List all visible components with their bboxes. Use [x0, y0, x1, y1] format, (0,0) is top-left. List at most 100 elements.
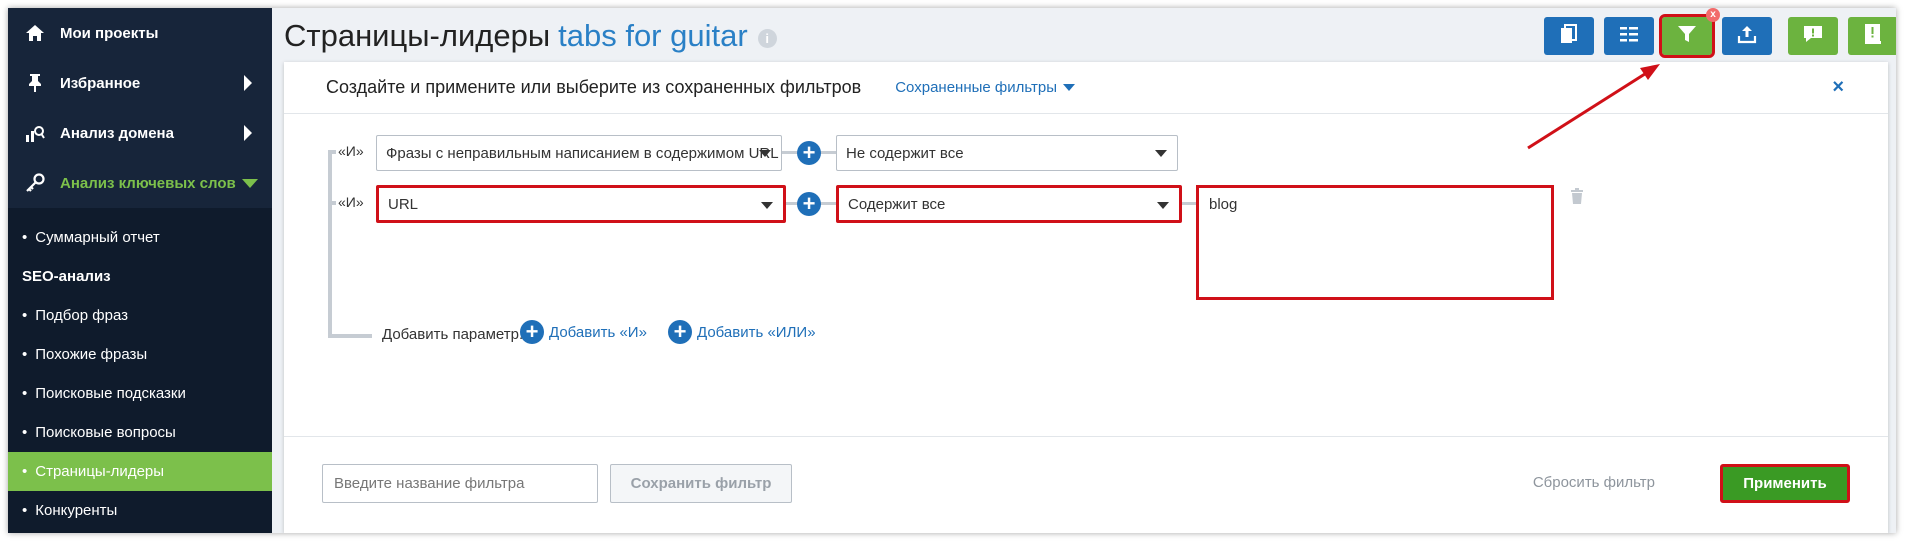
sidebar-item-domain-analysis[interactable]: Анализ домена: [8, 108, 272, 158]
help-button[interactable]: [1848, 17, 1896, 55]
saved-filters-dropdown[interactable]: Сохраненные фильтры: [895, 79, 1076, 96]
export-icon: [1737, 24, 1757, 49]
sidebar-subitem-label: Похожие фразы: [35, 346, 148, 363]
logic-label: «И»: [338, 194, 364, 210]
sidebar-subitem-search-questions[interactable]: • Поисковые вопросы: [8, 413, 272, 452]
columns-button[interactable]: [1604, 17, 1654, 55]
filter-badge: x: [1706, 8, 1720, 22]
sidebar-subitem-label: Поисковые вопросы: [35, 424, 176, 441]
sidebar-subitem-similar-phrases[interactable]: • Похожие фразы: [8, 335, 272, 374]
filter-tree-line: [328, 150, 332, 338]
reset-filter-link[interactable]: Сбросить фильтр: [1533, 474, 1655, 491]
sidebar-section-seo: SEO-анализ: [8, 257, 272, 296]
bullet: •: [22, 385, 28, 402]
chevron-down-icon: [242, 178, 258, 188]
help-book-icon: [1863, 23, 1883, 50]
sidebar-item-my-projects[interactable]: Мои проекты: [8, 8, 272, 58]
add-or-label: Добавить «ИЛИ»: [697, 323, 816, 341]
sidebar-subitem-label: Суммарный отчет: [35, 229, 160, 246]
filter-name-input[interactable]: Введите название фильтра: [322, 464, 598, 503]
sidebar-subitem-competitors[interactable]: • Конкуренты: [8, 491, 272, 530]
sidebar: Мои проекты Избранное Анализ домена Анал…: [8, 8, 272, 533]
sidebar-subitem-search-suggestions[interactable]: • Поисковые подсказки: [8, 374, 272, 413]
chevron-right-icon: [244, 75, 252, 91]
copy-icon: [1560, 23, 1578, 49]
add-or-button[interactable]: + Добавить «ИЛИ»: [668, 320, 816, 344]
home-icon: [24, 24, 46, 42]
chevron-down-icon: [1157, 202, 1169, 209]
columns-icon: [1619, 25, 1639, 48]
sidebar-subitem-leader-pages[interactable]: • Страницы-лидеры: [8, 452, 272, 491]
logic-label: «И»: [338, 143, 364, 159]
feedback-button[interactable]: [1788, 17, 1838, 55]
sidebar-subitem-label: Поисковые подсказки: [35, 385, 186, 402]
bullet: •: [22, 307, 28, 324]
filter-field-value: URL: [388, 195, 419, 213]
page-title-project: tabs for guitar: [558, 18, 748, 53]
chevron-down-icon: [1155, 150, 1167, 157]
filter-condition-select[interactable]: Не содержит все: [836, 135, 1178, 171]
app-window: Мои проекты Избранное Анализ домена Анал…: [8, 8, 1896, 533]
filter-condition-value: Не содержит все: [846, 144, 964, 162]
sidebar-main: Мои проекты Избранное Анализ домена Анал…: [8, 8, 272, 208]
sidebar-item-label: Анализ ключевых слов: [60, 174, 236, 192]
copy-button[interactable]: [1544, 17, 1594, 55]
chevron-down-icon: [761, 202, 773, 209]
add-and-button[interactable]: + Добавить «И»: [520, 320, 647, 344]
filter-panel-footer: Введите название фильтра Сохранить фильт…: [284, 436, 1888, 533]
save-filter-button[interactable]: Сохранить фильтр: [610, 464, 792, 503]
sidebar-subitem-summary[interactable]: • Суммарный отчет: [8, 218, 272, 257]
page-title: Страницы-лидеры tabs for guitar i: [284, 18, 777, 54]
filter-condition-select[interactable]: Содержит все: [836, 185, 1182, 223]
filter-value-text: blog: [1209, 196, 1238, 213]
connector-line: [1182, 202, 1196, 205]
filter-panel-title: Создайте и примените или выберите из сох…: [326, 77, 862, 97]
sidebar-item-label: Избранное: [60, 74, 141, 92]
trash-icon[interactable]: [1570, 188, 1584, 209]
filter-value-textarea[interactable]: blog: [1196, 185, 1554, 300]
apply-label: Применить: [1743, 475, 1827, 492]
chevron-down-icon: [759, 150, 771, 157]
filter-icon: [1677, 24, 1697, 49]
sidebar-subitem-phrase-selection[interactable]: • Подбор фраз: [8, 296, 272, 335]
bullet: •: [22, 463, 28, 480]
add-condition-plus-icon[interactable]: +: [797, 192, 821, 216]
info-icon[interactable]: i: [757, 28, 777, 48]
sidebar-submenu: • Суммарный отчет SEO-анализ • Подбор фраз…: [8, 208, 272, 533]
filter-tree-branch: [328, 334, 372, 338]
filter-condition-value: Содержит все: [848, 195, 946, 213]
sidebar-section-label: SEO-анализ: [22, 268, 111, 285]
filter-field-select[interactable]: URL: [376, 185, 786, 223]
saved-filters-label: Сохраненные фильтры: [895, 79, 1058, 96]
apply-button[interactable]: Применить: [1720, 464, 1850, 503]
filter-field-select[interactable]: Фразы с неправильным написанием в содерж…: [376, 135, 782, 171]
filter-tree-branch: [328, 150, 336, 154]
sidebar-item-keyword-analysis[interactable]: Анализ ключевых слов: [8, 158, 272, 208]
bullet: •: [22, 346, 28, 363]
filter-field-value: Фразы с неправильным написанием в содерж…: [386, 144, 779, 162]
chevron-right-icon: [244, 125, 252, 141]
plus-circle-icon: +: [668, 320, 692, 344]
sidebar-item-label: Анализ домена: [60, 124, 174, 142]
save-filter-label: Сохранить фильтр: [630, 475, 772, 492]
sidebar-item-label: Мои проекты: [60, 24, 159, 42]
feedback-icon: [1802, 24, 1824, 49]
add-parameter-label: Добавить параметр:: [382, 326, 524, 343]
key-icon: [24, 173, 46, 193]
chevron-down-icon: [1063, 84, 1076, 91]
pin-icon: [24, 73, 46, 93]
filter-button[interactable]: x: [1659, 8, 1720, 58]
filter-name-placeholder: Введите название фильтра: [334, 475, 525, 492]
add-and-label: Добавить «И»: [549, 323, 647, 341]
filter-panel-header: Создайте и примените или выберите из сох…: [284, 62, 1888, 114]
close-icon[interactable]: ×: [1832, 76, 1844, 99]
sidebar-item-favorites[interactable]: Избранное: [8, 58, 272, 108]
add-condition-plus-icon[interactable]: +: [797, 141, 821, 165]
domain-analysis-icon: [24, 123, 46, 143]
filter-panel: Создайте и примените или выберите из сох…: [284, 62, 1888, 533]
export-button[interactable]: [1722, 17, 1772, 55]
bullet: •: [22, 424, 28, 441]
page-title-text: Страницы-лидеры: [284, 18, 551, 53]
sidebar-subitem-label: Подбор фраз: [35, 307, 128, 324]
bullet: •: [22, 229, 28, 246]
